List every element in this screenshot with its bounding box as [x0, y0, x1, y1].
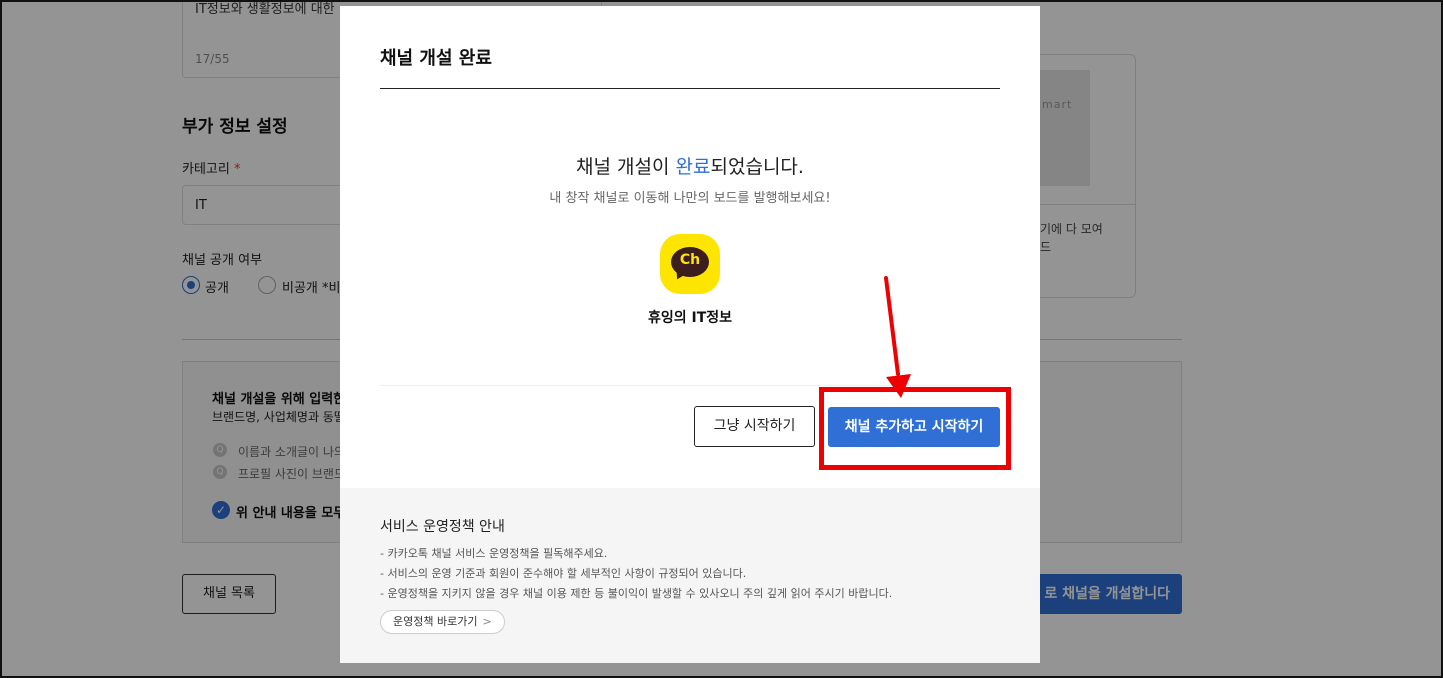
completion-subtitle: 내 창작 채널로 이동해 나만의 보드를 발행해보세요!	[549, 191, 831, 206]
chevron-right-icon: >	[482, 615, 492, 628]
logo-text: Ch	[679, 252, 701, 268]
policy-line-2: - 서비스의 운영 기준과 회원이 준수해야 할 세부적인 사항이 규정되어 있…	[380, 567, 747, 580]
policy-section: 서비스 운영정책 안내 - 카카오톡 채널 서비스 운영정책을 필독해주세요. …	[340, 488, 1040, 663]
channel-name: 휴잉의 IT정보	[647, 310, 733, 326]
just-start-button[interactable]: 그냥 시작하기	[694, 406, 815, 447]
channel-complete-modal: 채널 개설 완료 채널 개설이 완료되었습니다. 내 창작 채널로 이동해 나만…	[340, 6, 1040, 663]
annotation-highlight-box	[819, 387, 1011, 470]
completion-message: 채널 개설이 완료되었습니다.	[576, 156, 804, 178]
policy-line-1: - 카카오톡 채널 서비스 운영정책을 필독해주세요.	[380, 547, 608, 560]
policy-line-3: - 운영정책을 지키지 않을 경우 채널 이용 제한 등 불이익이 발생할 수 …	[380, 587, 893, 600]
modal-title: 채널 개설 완료	[380, 48, 492, 69]
kakao-channel-logo-icon: Ch	[660, 234, 720, 294]
policy-title: 서비스 운영정책 안내	[380, 519, 505, 535]
completion-highlight: 완료	[675, 156, 711, 178]
policy-link-button[interactable]: 운영정책 바로가기 >	[380, 610, 505, 634]
title-divider	[380, 88, 1000, 89]
button-divider	[380, 385, 1000, 386]
screen-frame: IT정보와 생활정보에 대한 17/55 부가 정보 설정 카테고리 * IT …	[0, 0, 1443, 678]
